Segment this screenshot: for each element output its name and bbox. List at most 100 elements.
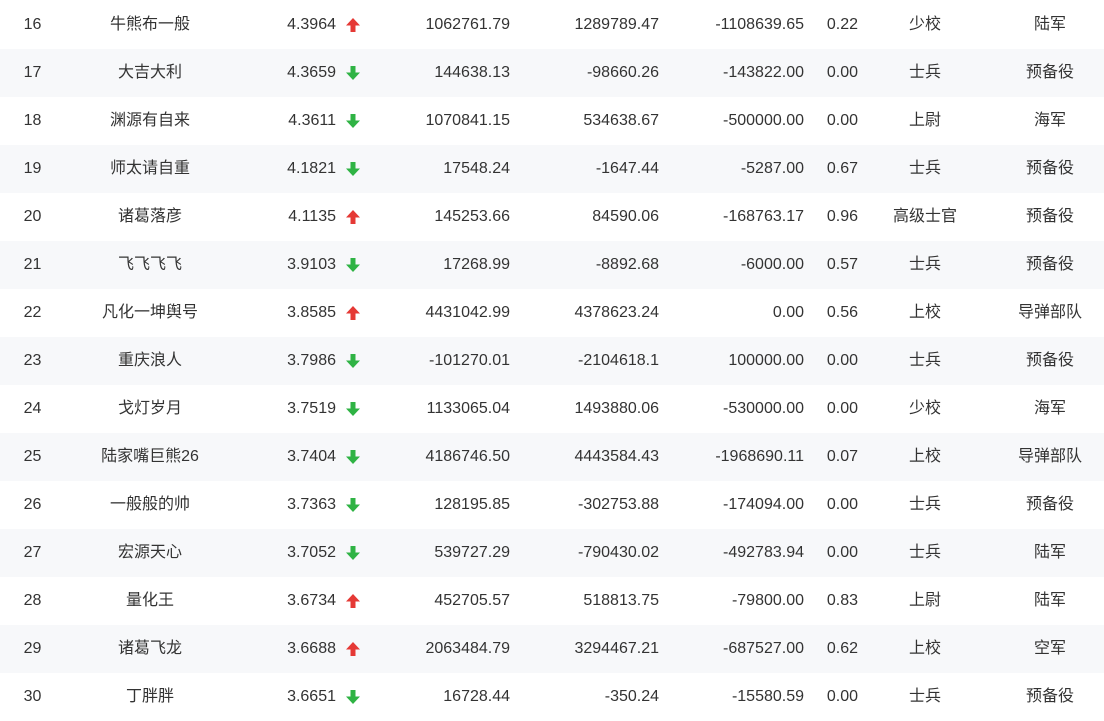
value-2: -8892.68 (595, 256, 659, 273)
trader-name: 戈灯岁月 (117, 400, 182, 417)
table-row[interactable]: 20 诸葛落彦 4.1135 145253.66 84590.06 -168763.17 0… (0, 193, 1104, 241)
rank-cell: 17 (23, 64, 42, 81)
military-rank: 高级士官 (892, 208, 957, 225)
table-row[interactable]: 17 大吉大利 4.3659 144638.13 -98660.26 -143822.00… (0, 49, 1104, 97)
table-row[interactable]: 21 飞飞飞飞 3.9103 17268.99 -8892.68 -6000.00 0.57… (0, 241, 1104, 289)
arrow-up-icon (345, 625, 361, 673)
value-2: 518813.75 (583, 592, 659, 609)
value-2: -2104618.1 (578, 352, 659, 369)
table-row[interactable]: 19 师太请自重 4.1821 17548.24 -1647.44 -5287.00 0.6… (0, 145, 1104, 193)
trader-name: 重庆浪人 (117, 352, 182, 369)
value-3: -6000.00 (740, 256, 804, 273)
military-rank: 士兵 (908, 544, 941, 561)
ratio-value: 0.00 (826, 64, 858, 81)
value-3: -168763.17 (723, 208, 804, 225)
military-branch: 预备役 (1025, 160, 1074, 177)
military-rank: 士兵 (908, 160, 941, 177)
trader-name: 牛熊布一般 (109, 16, 190, 33)
rank-cell: 19 (23, 160, 42, 177)
score-value: 4.1821 (287, 160, 336, 177)
military-branch: 空军 (1033, 640, 1066, 657)
table-row[interactable]: 24 戈灯岁月 3.7519 1133065.04 1493880.06 -530000.… (0, 385, 1104, 433)
table-row[interactable]: 26 一般般的帅 3.7363 128195.85 -302753.88 -174094.… (0, 481, 1104, 529)
value-3: -5287.00 (740, 160, 804, 177)
ratio-value: 0.67 (826, 160, 858, 177)
rank-cell: 26 (23, 496, 42, 513)
ratio-value: 0.00 (826, 688, 858, 705)
trader-name: 师太请自重 (109, 160, 190, 177)
table-row[interactable]: 22 凡化一坤舆号 3.8585 4431042.99 4378623.24 0.00 0.… (0, 289, 1104, 337)
table-row[interactable]: 18 渊源有自来 4.3611 1070841.15 534638.67 -500000.… (0, 97, 1104, 145)
rank-cell: 16 (23, 16, 42, 33)
value-3: 0.00 (772, 304, 804, 321)
arrow-down-icon (345, 145, 361, 193)
ratio-value: 0.00 (826, 496, 858, 513)
value-1: 1133065.04 (426, 400, 510, 417)
ratio-value: 0.22 (826, 16, 858, 33)
ratio-value: 0.56 (826, 304, 858, 321)
rank-cell: 28 (23, 592, 42, 609)
trader-name: 大吉大利 (117, 64, 182, 81)
score-value: 3.7404 (287, 448, 336, 465)
arrow-up-icon (345, 289, 361, 337)
military-rank: 士兵 (908, 256, 941, 273)
military-branch: 导弹部队 (1017, 448, 1082, 465)
value-2: -350.24 (604, 688, 659, 705)
score-value: 4.3964 (287, 16, 336, 33)
trader-name: 诸葛飞龙 (117, 640, 182, 657)
military-rank: 士兵 (908, 352, 941, 369)
ratio-value: 0.83 (826, 592, 858, 609)
table-row[interactable]: 29 诸葛飞龙 3.6688 2063484.79 3294467.21 -687527.… (0, 625, 1104, 673)
rank-cell: 23 (23, 352, 42, 369)
value-1: 145253.66 (434, 208, 510, 225)
ratio-value: 0.62 (826, 640, 858, 657)
arrow-down-icon (345, 673, 361, 721)
table-row[interactable]: 23 重庆浪人 3.7986 -101270.01 -2104618.1 100000.0… (0, 337, 1104, 385)
arrow-up-icon (345, 1, 361, 49)
military-branch: 陆军 (1033, 544, 1066, 561)
value-1: 16728.44 (443, 688, 510, 705)
value-1: 2063484.79 (425, 640, 510, 657)
trader-name: 量化王 (125, 592, 174, 609)
arrow-down-icon (345, 97, 361, 145)
value-3: -530000.00 (723, 400, 804, 417)
table-row[interactable]: 27 宏源天心 3.7052 539727.29 -790430.02 -492783.9… (0, 529, 1104, 577)
score-value: 3.9103 (287, 256, 336, 273)
rank-cell: 21 (23, 256, 42, 273)
military-rank: 士兵 (908, 64, 941, 81)
value-2: -98660.26 (586, 64, 659, 81)
table-row[interactable]: 25 陆家嘴巨熊26 3.7404 4186746.50 4443584.43 -1968… (0, 433, 1104, 481)
ratio-value: 0.57 (826, 256, 858, 273)
arrow-down-icon (345, 529, 361, 577)
score-value: 3.6688 (287, 640, 336, 657)
score-value: 3.8585 (287, 304, 336, 321)
value-3: -1968690.11 (715, 448, 804, 465)
military-branch: 陆军 (1033, 592, 1066, 609)
military-rank: 士兵 (908, 688, 941, 705)
value-1: -101270.01 (429, 352, 510, 369)
value-3: -492783.94 (723, 544, 804, 561)
military-branch: 预备役 (1025, 64, 1074, 81)
score-value: 3.7986 (287, 352, 336, 369)
value-2: -1647.44 (595, 160, 659, 177)
rank-cell: 18 (23, 112, 42, 129)
trader-name: 一般般的帅 (109, 496, 190, 513)
trader-name: 凡化一坤舆号 (101, 304, 198, 321)
military-branch: 导弹部队 (1017, 304, 1082, 321)
value-1: 4186746.50 (425, 448, 510, 465)
ratio-value: 0.00 (826, 544, 858, 561)
table-row[interactable]: 28 量化王 3.6734 452705.57 518813.75 -79800.00 0.… (0, 577, 1104, 625)
score-value: 3.6651 (287, 688, 336, 705)
ratio-value: 0.00 (826, 352, 858, 369)
leaderboard-table: 16 牛熊布一般 4.3964 1062761.79 1289789.47 -110863… (0, 0, 1104, 720)
military-branch: 预备役 (1025, 208, 1074, 225)
value-2: 4443584.43 (574, 448, 659, 465)
table-row[interactable]: 30 丁胖胖 3.6651 16728.44 -350.24 -15580.59 0.00 士… (0, 673, 1104, 721)
value-2: 4378623.24 (574, 304, 659, 321)
value-2: -790430.02 (578, 544, 659, 561)
rank-cell: 27 (23, 544, 42, 561)
value-1: 539727.29 (434, 544, 510, 561)
value-1: 128195.85 (434, 496, 510, 513)
table-row[interactable]: 16 牛熊布一般 4.3964 1062761.79 1289789.47 -110863… (0, 1, 1104, 49)
military-branch: 海军 (1033, 112, 1066, 129)
